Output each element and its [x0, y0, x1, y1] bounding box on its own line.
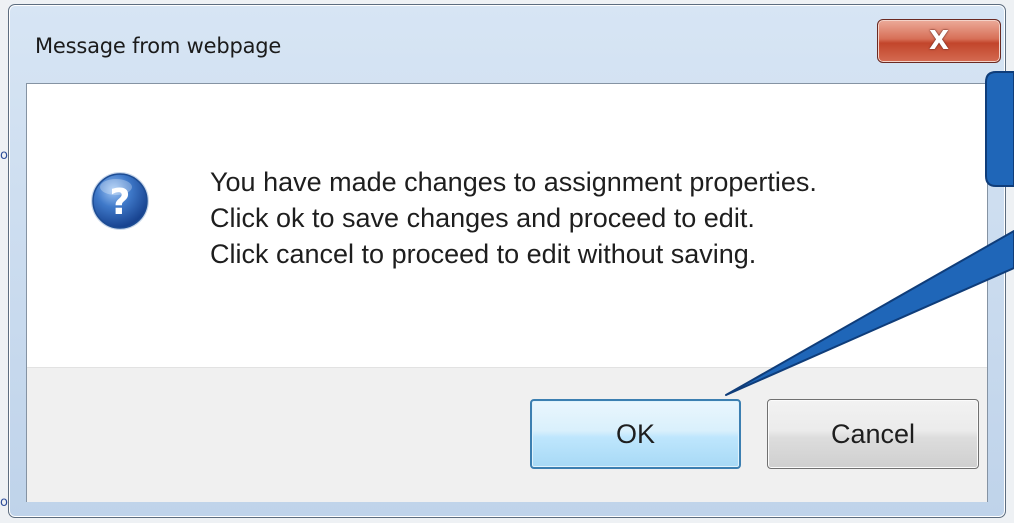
- close-icon: X: [928, 26, 950, 56]
- message-line: Click cancel to proceed to edit without …: [210, 239, 757, 269]
- dialog-button-bar: OK Cancel: [27, 367, 987, 502]
- close-button[interactable]: X: [877, 19, 1001, 63]
- svg-text:?: ?: [110, 182, 131, 223]
- dialog-content: ? You have made changes to assignment pr…: [27, 84, 987, 367]
- cancel-button[interactable]: Cancel: [767, 399, 979, 469]
- message-dialog: Message from webpage X ? You have made c…: [8, 4, 1006, 518]
- dialog-message: You have made changes to assignment prop…: [210, 164, 817, 272]
- dialog-title: Message from webpage: [35, 34, 282, 58]
- question-icon: ?: [91, 172, 149, 230]
- ok-button[interactable]: OK: [530, 399, 741, 469]
- message-line: Click ok to save changes and proceed to …: [210, 203, 755, 233]
- dialog-client-area: ? You have made changes to assignment pr…: [26, 83, 988, 502]
- dialog-title-bar[interactable]: Message from webpage X: [9, 5, 1005, 83]
- message-line: You have made changes to assignment prop…: [210, 167, 817, 197]
